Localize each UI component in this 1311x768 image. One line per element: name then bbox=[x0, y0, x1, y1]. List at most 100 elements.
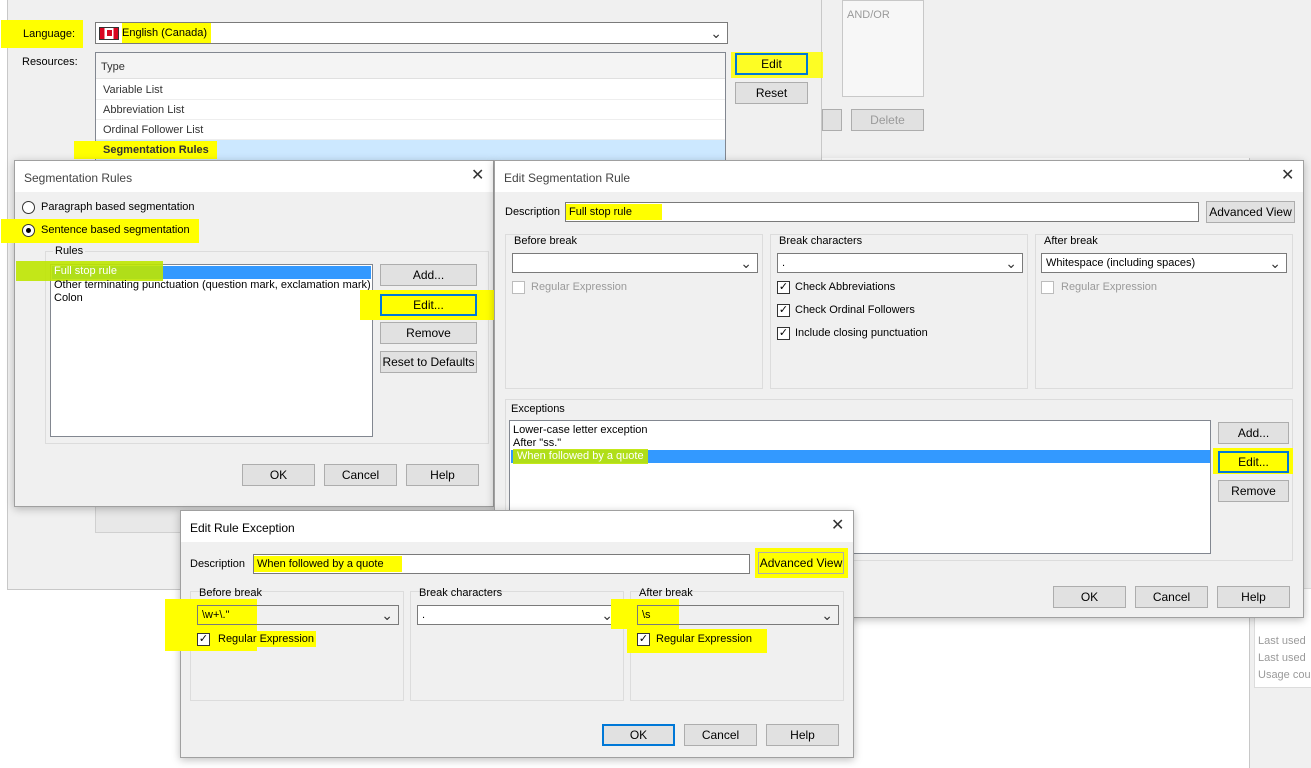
before-break-value: \w+\." bbox=[202, 609, 230, 621]
chevron-down-icon bbox=[740, 254, 752, 274]
chevron-down-icon bbox=[821, 606, 833, 626]
resource-item[interactable]: Variable List bbox=[96, 81, 725, 100]
after-break-label: After break bbox=[639, 587, 693, 599]
exception-item[interactable]: After "ss." bbox=[513, 437, 561, 449]
help-button[interactable]: Help bbox=[406, 464, 479, 486]
after-regex-checkbox[interactable]: ✓ bbox=[637, 633, 650, 646]
delete-button[interactable]: Delete bbox=[851, 109, 924, 131]
exception-item[interactable]: Lower-case letter exception bbox=[513, 424, 648, 436]
include-closing-checkbox[interactable]: ✓ bbox=[777, 327, 790, 340]
title-bar: Edit Segmentation Rule ✕ bbox=[495, 161, 1303, 192]
after-break-combo[interactable]: Whitespace (including spaces) bbox=[1041, 253, 1287, 273]
title-bar: Segmentation Rules ✕ bbox=[15, 161, 493, 192]
break-characters-value: . bbox=[782, 257, 786, 269]
paragraph-radio[interactable] bbox=[22, 201, 35, 214]
exceptions-label: Exceptions bbox=[511, 403, 565, 415]
advanced-view-button[interactable]: Advanced View bbox=[758, 552, 844, 574]
resources-header: Type bbox=[96, 53, 725, 79]
cancel-button[interactable]: Cancel bbox=[684, 724, 757, 746]
exception-item-label: When followed by a quote bbox=[513, 449, 648, 464]
description-input[interactable]: Full stop rule bbox=[565, 202, 1199, 222]
description-input[interactable]: When followed by a quote bbox=[253, 554, 750, 574]
dialog-title: Edit Segmentation Rule bbox=[504, 171, 631, 185]
check-ordinal-checkbox[interactable]: ✓ bbox=[777, 304, 790, 317]
resources-list: Type Variable List Abbreviation List Ord… bbox=[74, 52, 726, 162]
and-or-header: AND/OR bbox=[847, 9, 890, 21]
edit-resource-button[interactable]: Edit bbox=[735, 53, 808, 75]
and-or-column-box: AND/OR bbox=[842, 0, 924, 97]
add-rule-button[interactable]: Add... bbox=[380, 264, 477, 286]
remove-rule-button[interactable]: Remove bbox=[380, 322, 477, 344]
chevron-down-icon bbox=[710, 23, 722, 45]
resource-item[interactable]: Abbreviation List bbox=[96, 101, 725, 120]
ok-button[interactable]: OK bbox=[1053, 586, 1126, 608]
ok-button[interactable]: OK bbox=[242, 464, 315, 486]
close-icon[interactable]: ✕ bbox=[1281, 168, 1294, 184]
break-characters-label: Break characters bbox=[419, 587, 503, 599]
background-dialog: AND/OR Delete bbox=[822, 0, 1311, 158]
before-regex-checkbox[interactable]: ✓ bbox=[197, 633, 210, 646]
break-characters-combo[interactable]: . bbox=[777, 253, 1023, 273]
cancel-button[interactable]: Cancel bbox=[324, 464, 397, 486]
remove-exception-button[interactable]: Remove bbox=[1218, 480, 1289, 502]
before-regex-checkbox[interactable] bbox=[512, 281, 525, 294]
exception-item-selected[interactable]: When followed by a quote bbox=[511, 449, 1210, 464]
after-regex-label: Regular Expression bbox=[656, 633, 752, 645]
before-break-combo[interactable] bbox=[512, 253, 758, 273]
check-abbreviations-label: Check Abbreviations bbox=[795, 281, 896, 293]
before-break-combo[interactable]: \w+\." bbox=[197, 605, 399, 625]
edit-exception-button[interactable]: Edit... bbox=[1218, 451, 1289, 473]
help-button[interactable]: Help bbox=[1217, 586, 1290, 608]
check-abbreviations-checkbox[interactable]: ✓ bbox=[777, 281, 790, 294]
resource-item-label: Segmentation Rules bbox=[74, 141, 217, 159]
check-ordinal-label: Check Ordinal Followers bbox=[795, 304, 915, 316]
add-exception-button[interactable]: Add... bbox=[1218, 422, 1289, 444]
after-break-label: After break bbox=[1044, 235, 1098, 247]
help-button[interactable]: Help bbox=[766, 724, 839, 746]
chevron-down-icon bbox=[1269, 254, 1281, 274]
edit-rule-button[interactable]: Edit... bbox=[380, 294, 477, 316]
rule-item[interactable]: Colon bbox=[54, 292, 83, 304]
resource-item[interactable]: Ordinal Follower List bbox=[96, 121, 725, 140]
language-value: English (Canada) bbox=[122, 23, 211, 43]
canada-flag-icon bbox=[99, 27, 119, 40]
close-icon[interactable]: ✕ bbox=[831, 518, 844, 534]
after-regex-checkbox[interactable] bbox=[1041, 281, 1054, 294]
rule-item-selected[interactable]: Full stop rule bbox=[16, 261, 371, 281]
type-column-header[interactable]: Type bbox=[101, 61, 125, 73]
side-list-item: Last used bbox=[1258, 652, 1306, 664]
dialog-title: Segmentation Rules bbox=[24, 171, 133, 185]
description-value: When followed by a quote bbox=[254, 556, 402, 572]
ok-button[interactable]: OK bbox=[602, 724, 675, 746]
rule-item-label: Full stop rule bbox=[16, 261, 163, 281]
language-label: Language: bbox=[1, 20, 83, 48]
description-value: Full stop rule bbox=[566, 204, 662, 220]
before-regex-label: Regular Expression bbox=[531, 281, 627, 293]
advanced-view-button[interactable]: Advanced View bbox=[1206, 201, 1295, 223]
rules-list[interactable]: Full stop rule Other terminating punctua… bbox=[16, 261, 373, 437]
rule-item[interactable]: Other terminating punctuation (question … bbox=[54, 279, 371, 291]
after-break-value: \s bbox=[642, 609, 651, 621]
paragraph-option-label[interactable]: Paragraph based segmentation bbox=[41, 201, 195, 213]
dialog-title: Edit Rule Exception bbox=[190, 521, 295, 535]
after-break-combo[interactable]: \s bbox=[637, 605, 839, 625]
before-break-label: Before break bbox=[199, 587, 262, 599]
close-icon[interactable]: ✕ bbox=[471, 168, 484, 184]
hidden-button bbox=[822, 109, 842, 131]
resource-item-selected[interactable]: Segmentation Rules bbox=[74, 140, 725, 162]
cancel-button[interactable]: Cancel bbox=[1135, 586, 1208, 608]
sentence-option-label[interactable]: Sentence based segmentation bbox=[41, 224, 190, 236]
edit-rule-exception-dialog: Edit Rule Exception ✕ Description When f… bbox=[165, 510, 854, 758]
sentence-radio[interactable] bbox=[22, 224, 35, 237]
side-list-item: Last used bbox=[1258, 635, 1306, 647]
language-combo[interactable]: English (Canada) bbox=[95, 22, 728, 44]
chevron-down-icon bbox=[381, 606, 393, 626]
reset-resource-button[interactable]: Reset bbox=[735, 82, 808, 104]
title-bar: Edit Rule Exception ✕ bbox=[181, 511, 853, 542]
break-characters-combo[interactable]: . bbox=[417, 605, 619, 625]
side-list-item: Usage cou bbox=[1258, 669, 1311, 681]
reset-defaults-button[interactable]: Reset to Defaults bbox=[380, 351, 477, 373]
description-label: Description bbox=[505, 206, 561, 218]
after-break-value: Whitespace (including spaces) bbox=[1046, 257, 1196, 269]
after-regex-label: Regular Expression bbox=[1061, 281, 1157, 293]
